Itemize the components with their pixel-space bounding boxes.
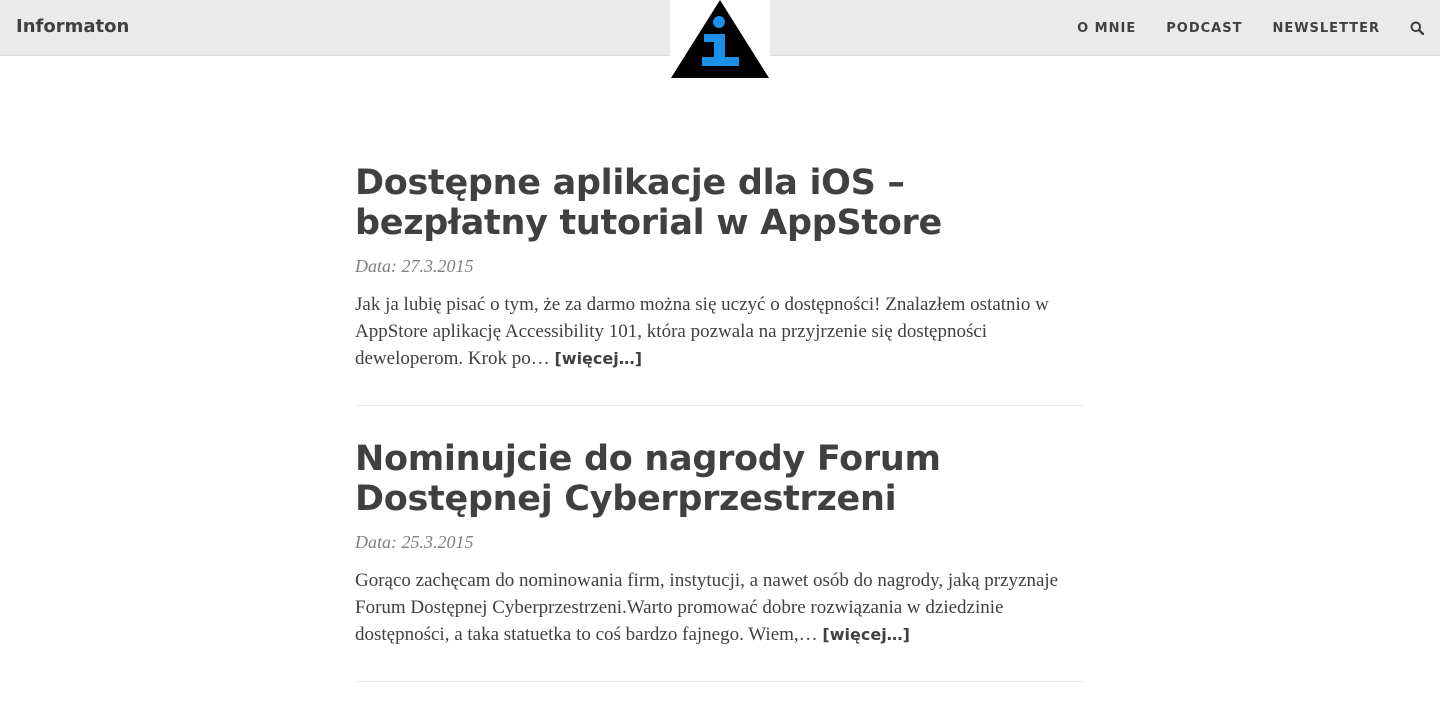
post-preview: Nominujcie do nagrody Forum Dostępnej Cy… — [355, 439, 1085, 648]
post-date: Data: 27.3.2015 — [355, 256, 474, 276]
read-more-link[interactable]: [więcej…] — [822, 625, 910, 644]
nav-link-newsletter[interactable]: NEWSLETTER — [1272, 21, 1380, 36]
info-warning-triangle-icon — [671, 0, 769, 78]
post-title[interactable]: Nominujcie do nagrody Forum Dostępnej Cy… — [355, 439, 1085, 519]
post-divider — [355, 405, 1085, 406]
post-excerpt: Gorąco zachęcam do nominowania firm, ins… — [355, 567, 1085, 648]
post-excerpt-text: Jak ja lubię pisać o tym, że za darmo mo… — [355, 294, 1049, 369]
main-nav: O MNIE PODCAST NEWSLETTER — [1077, 0, 1440, 56]
nav-link-o-mnie[interactable]: O MNIE — [1077, 21, 1136, 36]
post-divider — [355, 681, 1085, 682]
logo-link[interactable] — [670, 0, 770, 80]
nav-link-podcast[interactable]: PODCAST — [1166, 21, 1242, 36]
post-preview: Dostępne aplikacje dla iOS – bezpłatny t… — [355, 163, 1085, 372]
post-excerpt-text: Gorąco zachęcam do nominowania firm, ins… — [355, 570, 1059, 645]
read-more-link[interactable]: [więcej…] — [554, 349, 642, 368]
search-icon[interactable] — [1410, 21, 1425, 36]
brand-link[interactable]: Informaton — [16, 16, 129, 38]
post-title[interactable]: Dostępne aplikacje dla iOS – bezpłatny t… — [355, 163, 1085, 243]
post-date: Data: 25.3.2015 — [355, 532, 474, 552]
post-excerpt: Jak ja lubię pisać o tym, że za darmo mo… — [355, 291, 1085, 372]
